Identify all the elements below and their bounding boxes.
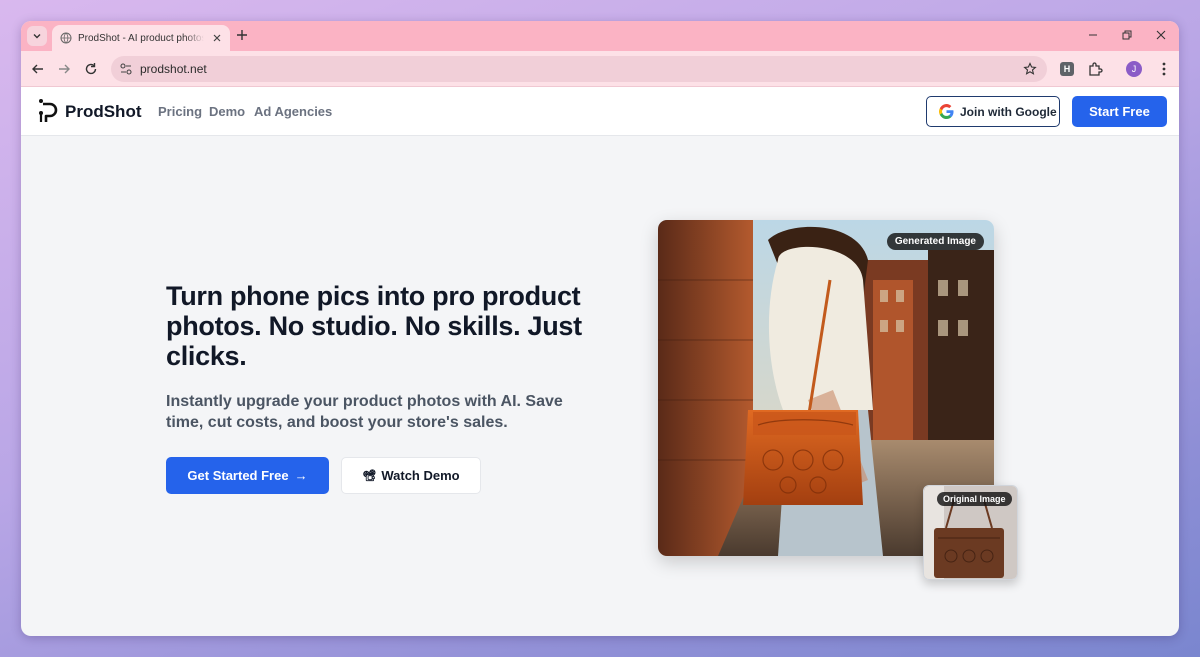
site-header: ProdShot Pricing Demo Ad Agencies Join w…	[21, 87, 1179, 136]
browser-toolbar: prodshot.net H J	[21, 51, 1179, 87]
back-icon[interactable]	[31, 62, 45, 76]
new-tab-icon[interactable]	[235, 28, 249, 42]
profile-avatar[interactable]: J	[1126, 61, 1142, 77]
get-started-free-button[interactable]: Get Started Free →	[166, 457, 329, 494]
join-with-google-label: Join with Google	[960, 104, 1057, 119]
nav-demo-link[interactable]: Demo	[209, 104, 245, 119]
watch-demo-label: Watch Demo	[381, 468, 460, 483]
generated-image-badge: Generated Image	[886, 233, 984, 250]
forward-icon[interactable]	[57, 62, 71, 76]
nav-ad-agencies-link[interactable]: Ad Agencies	[254, 104, 332, 119]
extension-h-icon[interactable]: H	[1060, 62, 1074, 76]
tab-search-button[interactable]	[27, 26, 47, 46]
film-projector-icon: 📽	[362, 470, 377, 482]
restore-icon[interactable]	[1121, 29, 1133, 41]
prodshot-logo-icon[interactable]	[37, 98, 61, 124]
get-started-label: Get Started Free	[187, 468, 289, 483]
browser-tab[interactable]: ProdShot - AI product photos f	[52, 25, 230, 51]
hero-subtitle: Instantly upgrade your product photos wi…	[166, 393, 563, 431]
globe-icon	[60, 32, 72, 44]
close-window-icon[interactable]	[1155, 29, 1167, 41]
chevron-down-icon	[33, 34, 41, 39]
hero-title: Turn phone pics into pro product photos.…	[166, 281, 582, 371]
extensions-puzzle-icon[interactable]	[1087, 61, 1103, 77]
address-bar[interactable]: prodshot.net	[111, 56, 1047, 82]
nav-pricing-link[interactable]: Pricing	[158, 104, 202, 119]
join-with-google-button[interactable]: Join with Google	[926, 96, 1060, 127]
original-image-badge: Original Image	[937, 492, 1012, 506]
more-menu-icon[interactable]	[1156, 61, 1172, 77]
site-settings-icon[interactable]	[119, 62, 133, 76]
tab-bar: ProdShot - AI product photos f	[21, 21, 1179, 51]
start-free-button[interactable]: Start Free	[1072, 96, 1167, 127]
watch-demo-button[interactable]: 📽 Watch Demo	[341, 457, 481, 494]
brand-name[interactable]: ProdShot	[65, 102, 142, 122]
tab-title: ProdShot - AI product photos f	[78, 32, 204, 44]
bookmark-star-icon[interactable]	[1023, 62, 1037, 76]
close-tab-icon[interactable]	[211, 32, 223, 44]
google-icon	[939, 104, 954, 119]
reload-icon[interactable]	[84, 62, 98, 76]
arrow-right-icon: →	[294, 468, 308, 483]
url-text: prodshot.net	[140, 62, 207, 76]
minimize-icon[interactable]	[1087, 29, 1099, 41]
original-product-image: Original Image	[923, 485, 1018, 580]
browser-window: ProdShot - AI product photos f prodshot.…	[21, 21, 1179, 636]
